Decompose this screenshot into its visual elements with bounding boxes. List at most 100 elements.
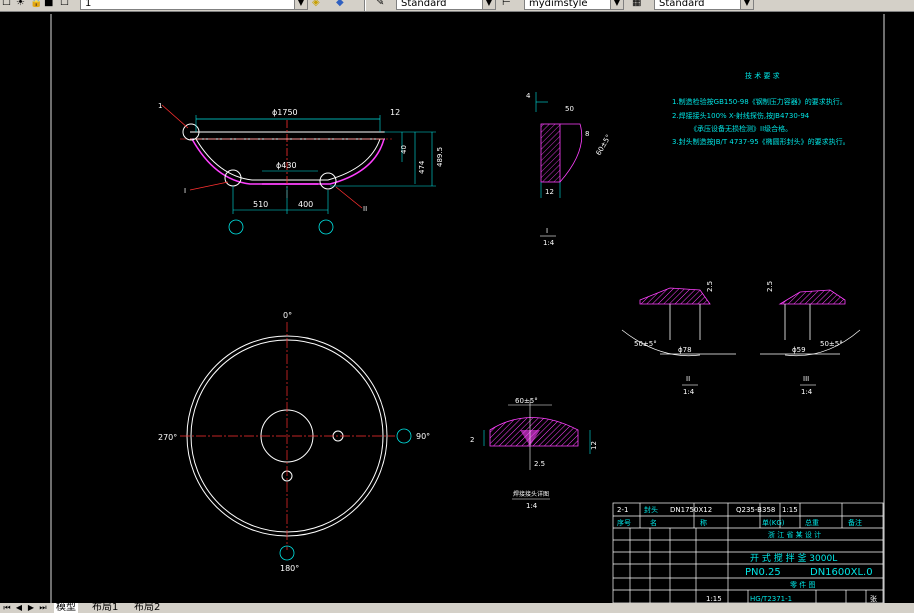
title-block [612,502,884,603]
detail-i-thk: 12 [545,188,554,196]
tb-dn: DN1600XL.0 [810,567,873,578]
detail-ii-angle: 50±5° [634,340,657,348]
prev-tab-icon[interactable]: ◀ [14,603,24,613]
layer-name: 1 [85,0,92,9]
last-tab-icon[interactable]: ⏭ [38,603,48,613]
tb-r2-c3: 称 [700,518,707,527]
detail-iii-dia: ϕ59 [792,346,806,354]
tech-req-line-1: 1.制造检验按GB150-98《钢制压力容器》的要求执行。 [672,97,847,106]
table-style-combo[interactable]: Standard ▼ [654,0,754,10]
dim-h4895: 489.5 [436,147,444,167]
text-style-value: Standard [401,0,447,9]
layer-color-icon[interactable]: ■ [44,0,53,9]
tb-company: 浙 江 省 某 设 计 [768,530,821,539]
dim-400: 400 [298,200,313,209]
tb-r1-c5: 358 [762,506,775,514]
tech-req-title: 技 术 要 求 [745,71,780,80]
tb-r1-c1: 2-1 [617,506,628,514]
dim-style-combo[interactable]: mydimstyle ▼ [524,0,624,10]
tb-product: 开 式 搅 拌 釜 3000L [750,552,837,564]
detail-iii: 2.5 50±5° ϕ59 III 1:4 [760,281,861,396]
tb-r1-c4: Q235-B [736,506,762,514]
text-style-icon[interactable]: ✎ [376,0,384,9]
table-style-value: Standard [659,0,705,9]
dim-dia-1750: ϕ1750 [272,108,298,117]
tb-std: HG/T2371-1 [750,595,792,603]
plan-angle-90: 90° [416,432,430,441]
chevron-down-icon[interactable]: ▼ [610,0,623,9]
dim-style-value: mydimstyle [529,0,588,9]
tb-r1-c3: DN1750X12 [670,506,712,514]
layout-tab-bar: ⏮ ◀ ▶ ⏭ 模型 布局1 布局2 [0,603,914,613]
head-label-ii: II [363,205,367,213]
detail-iii-angle: 50±5° [820,340,843,348]
tech-req-line-4: 3.封头制造按JB/T 4737-95《椭圆形封头》的要求执行。 [672,137,850,146]
tb-scale: 1:15 [706,595,722,603]
detail-ii-d25: 2.5 [706,281,714,292]
plan-angle-180: 180° [280,564,299,573]
plan-angle-270: 270° [158,433,177,442]
tech-requirements: 技 术 要 求 1.制造检验按GB150-98《钢制压力容器》的要求执行。 2.… [672,71,850,146]
head-section-view: 1 I II ϕ1750 12 40 474 489.5 ϕ430 510 40… [158,102,444,235]
first-tab-icon[interactable]: ⏮ [2,603,12,613]
chevron-down-icon[interactable]: ▼ [740,0,753,9]
weld-angle: 60±5° [515,397,538,405]
tb-r2-c5: 总重 [805,518,819,527]
detail-i: 4 50 8 60±5° 12 I 1:4 [526,92,613,247]
detail-i-d4: 4 [526,92,531,100]
layer-previous-icon[interactable]: ◆ [336,0,344,9]
tb-pn: PN0.25 [745,567,781,578]
dim-style-icon[interactable]: ⊢ [502,0,511,9]
next-tab-icon[interactable]: ▶ [26,603,36,613]
chevron-down-icon[interactable]: ▼ [482,0,495,9]
lock-icon[interactable]: 🔒 [30,0,42,9]
tb-r2-c1: 序号 [617,518,631,527]
detail-i-d50: 50 [565,105,574,113]
layer-state-icon[interactable]: ☐ [2,0,11,9]
detail-iii-d25: 2.5 [766,281,774,292]
detail-iii-label-bot: 1:4 [801,388,813,396]
detail-iii-label-top: III [803,375,809,383]
detail-ii-label-bot: 1:4 [683,388,695,396]
dim-h40: 40 [400,145,408,154]
layer-combo-icon[interactable]: ☐ [60,0,69,9]
dim-h474: 474 [418,160,426,174]
drawing-canvas[interactable]: 技 术 要 求 1.制造检验按GB150-98《钢制压力容器》的要求执行。 2.… [0,12,914,603]
detail-i-angle: 60±5° [595,133,613,157]
weld-label-top: 焊接接头详图 [513,490,549,498]
weld-detail: 60±5° 2 12 2.5 焊接接头详图 1:4 [470,397,598,510]
detail-i-label-bot: 1:4 [543,239,555,247]
tb-r1-c2: 封头 [644,505,658,514]
tech-req-line-2: 2.焊接接头100% X-射线探伤,按JB4730-94 [672,111,810,120]
layer-combo[interactable]: 1 ▼ [80,0,308,10]
properties-toolbar: ☐ ☀ 🔒 ■ ☐ 1 ▼ ◈ ◆ ✎ Standard ▼ ⊢ mydimst… [0,0,914,12]
nozzle-marker-right [318,219,334,235]
nozzle-marker-90 [396,428,412,444]
match-layer-icon[interactable]: ◈ [312,0,320,9]
weld-d25: 2.5 [534,460,545,468]
detail-i-d8: 8 [585,130,589,138]
table-style-icon[interactable]: ▦ [632,0,641,9]
chevron-down-icon[interactable]: ▼ [294,0,307,9]
tb-r2-c2: 名 [650,518,657,527]
detail-ii-label-top: II [686,375,690,383]
tab-layout1[interactable]: 布局1 [90,603,120,613]
text-style-combo[interactable]: Standard ▼ [396,0,496,10]
weld-d2: 2 [470,436,474,444]
tab-layout2[interactable]: 布局2 [132,603,162,613]
plan-view: 0° 90° 180° 270° [158,311,430,573]
toolbar-separator [364,0,366,11]
weld-label-bot: 1:4 [526,502,538,510]
dim-510: 510 [253,200,268,209]
head-label-i: I [184,187,186,195]
detail-i-label-top: I [546,227,548,235]
detail-ii-dia: ϕ78 [678,346,692,354]
plan-angle-0: 0° [283,311,292,320]
tb-r1-c6: 1:15 [782,506,798,514]
title-block-text: 2-1 封头 DN1750X12 Q235-B 358 1:15 序号 名 称 … [617,505,877,603]
weld-thk: 12 [590,441,598,450]
tab-model[interactable]: 模型 [54,603,78,613]
nozzle-marker-left [228,219,244,235]
sun-icon[interactable]: ☀ [16,0,25,9]
tb-r2-c6: 备注 [848,518,862,527]
